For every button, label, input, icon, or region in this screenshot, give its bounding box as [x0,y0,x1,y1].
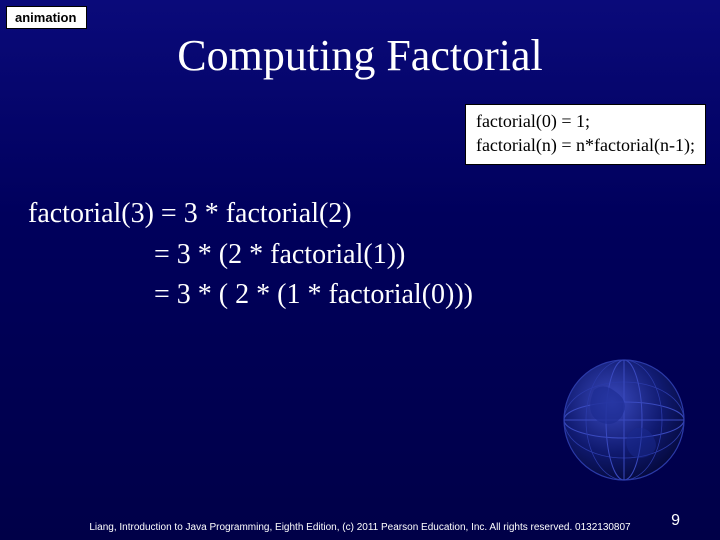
recursion-rules-box: factorial(0) = 1; factorial(n) = n*facto… [465,104,706,165]
footer-citation: Liang, Introduction to Java Programming,… [0,522,720,535]
derivation-line-1: factorial(3) = 3 * factorial(2) [28,198,352,229]
derivation-line-3: = 3 * ( 2 * (1 * factorial(0))) [28,279,473,310]
slide-title: Computing Factorial [0,30,720,81]
animation-badge-label: animation [15,10,76,25]
derivation-block: factorial(3) = 3 * factorial(2) = 3 * (2… [28,194,473,316]
rule-recursive-case: factorial(n) = n*factorial(n-1); [476,133,695,157]
globe-icon [554,350,694,490]
page-number: 9 [671,512,680,530]
animation-badge: animation [6,6,87,29]
rule-base-case: factorial(0) = 1; [476,109,695,133]
derivation-line-2: = 3 * (2 * factorial(1)) [28,239,405,270]
